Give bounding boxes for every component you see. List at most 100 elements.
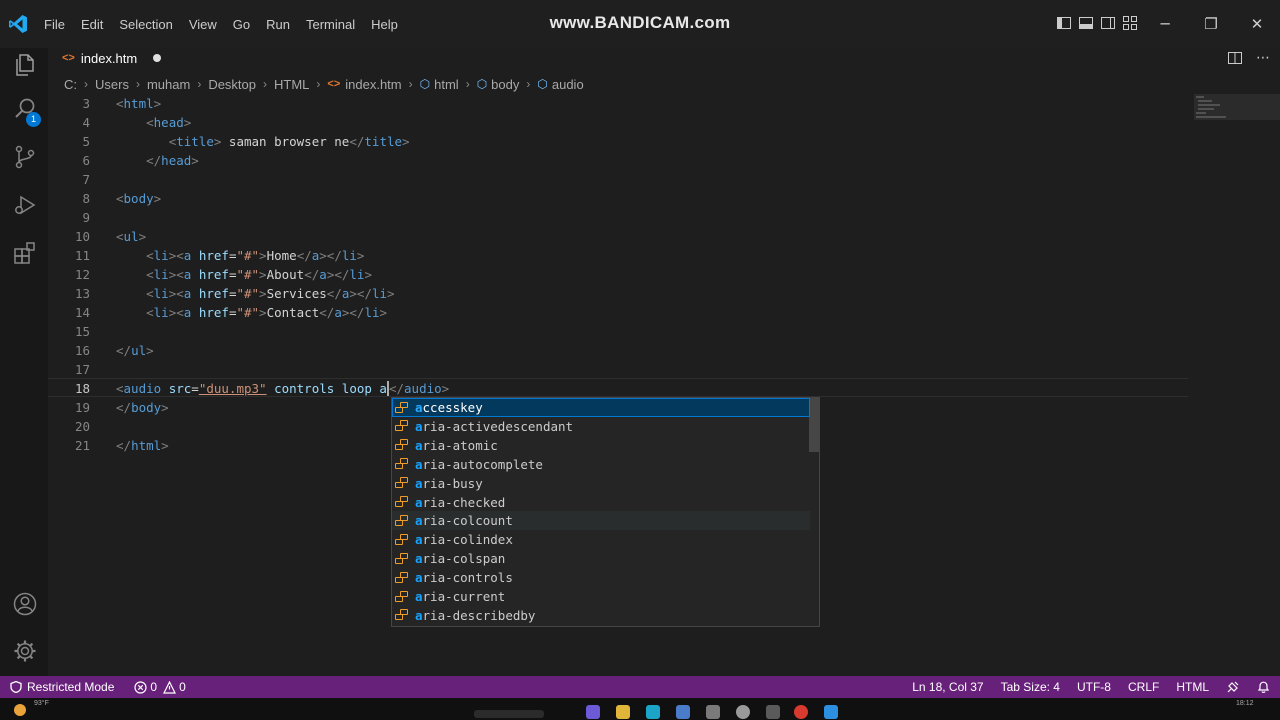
problems-indicator[interactable]: 0 0	[126, 680, 193, 694]
recorder-icon[interactable]	[794, 705, 808, 719]
toggle-panel-icon[interactable]	[1078, 15, 1094, 31]
feedback-icon[interactable]	[1226, 680, 1240, 694]
menu-go[interactable]: Go	[225, 17, 258, 32]
code-line[interactable]: 10 <ul>	[48, 227, 1188, 246]
line-number: 9	[82, 210, 90, 225]
taskbar-app-icon[interactable]	[706, 705, 720, 719]
line-endings[interactable]: CRLF	[1128, 680, 1159, 694]
code-line[interactable]: 3 <html>	[48, 94, 1188, 113]
menu-view[interactable]: View	[181, 17, 225, 32]
current-code-line[interactable]: 18 <audio src="duu.mp3" controls loop a </…	[48, 378, 1188, 397]
suggestion-item[interactable]: a ria-colindex	[392, 530, 810, 549]
breadcrumb-audio-element[interactable]: audio	[552, 77, 584, 92]
code-line[interactable]: 13 <li><a href="#">Services</a></li>	[48, 284, 1188, 303]
property-icon	[395, 438, 409, 452]
close-icon[interactable]: ✕	[1234, 0, 1280, 48]
chevron-right-icon: ›	[465, 77, 470, 91]
suggestion-item[interactable]: a ria-activedescendant	[392, 417, 810, 436]
taskbar-app-icon[interactable]	[586, 705, 600, 719]
breadcrumb-muham[interactable]: muham	[147, 77, 190, 92]
code-line[interactable]: 6 </head>	[48, 151, 1188, 170]
weather-temp: 93°F	[34, 700, 49, 707]
taskbar-search-icon[interactable]	[474, 710, 544, 718]
restore-icon[interactable]: ❐	[1188, 0, 1234, 48]
tab-size[interactable]: Tab Size: 4	[1001, 680, 1060, 694]
code-line[interactable]: 7	[48, 170, 1188, 189]
property-icon	[395, 552, 409, 566]
toggle-primary-sidebar-icon[interactable]	[1056, 15, 1072, 31]
menu-file[interactable]: File	[36, 17, 73, 32]
menu-edit[interactable]: Edit	[73, 17, 111, 32]
suggest-scrollbar[interactable]	[809, 398, 819, 452]
split-editor-icon[interactable]	[1228, 51, 1242, 65]
breadcrumb: C: › Users › muham › Desktop › HTML › <> index…	[64, 75, 584, 93]
language-mode[interactable]: HTML	[1176, 680, 1209, 694]
menu-selection[interactable]: Selection	[111, 17, 180, 32]
code-line[interactable]: 15	[48, 322, 1188, 341]
tab-index-htm[interactable]: <> index.htm	[48, 48, 164, 68]
suggestion-match: a	[415, 456, 423, 472]
breadcrumb-html-element[interactable]: html	[434, 77, 459, 92]
code-line[interactable]: 12 <li><a href="#">About</a></li>	[48, 265, 1188, 284]
restricted-mode-indicator[interactable]: Restricted Mode	[0, 676, 127, 698]
suggestion-item[interactable]: a ria-describedby	[392, 606, 810, 625]
breadcrumb-html-folder[interactable]: HTML	[274, 77, 309, 92]
breadcrumb-body-element[interactable]: body	[491, 77, 519, 92]
minimap-line	[1196, 116, 1226, 118]
file-explorer-icon[interactable]	[616, 705, 630, 719]
weather-icon[interactable]	[14, 704, 26, 716]
suggestion-item[interactable]: a ria-colspan	[392, 549, 810, 568]
code-line[interactable]: 11 <li><a href="#">Home</a></li>	[48, 246, 1188, 265]
line-number: 8	[82, 191, 90, 206]
element-icon: ⬡	[419, 77, 431, 91]
suggestion-item[interactable]: a ria-controls	[392, 568, 810, 587]
code-line[interactable]: 16 </ul>	[48, 341, 1188, 360]
breadcrumb-drive[interactable]: C:	[64, 77, 77, 92]
manage-gear-icon[interactable]	[12, 638, 38, 664]
code-line[interactable]: 17	[48, 360, 1188, 379]
autocomplete-suggestions: a ccesskey a ria-activedescendant a ria-atomi…	[391, 397, 820, 627]
customize-layout-icon[interactable]	[1122, 15, 1138, 31]
minimap[interactable]	[1194, 94, 1280, 674]
breadcrumb-users[interactable]: Users	[95, 77, 129, 92]
breadcrumb-file[interactable]: index.htm	[345, 77, 401, 92]
notifications-bell-icon[interactable]	[1257, 680, 1270, 694]
menu-help[interactable]: Help	[363, 17, 406, 32]
search-icon[interactable]	[12, 96, 38, 122]
code-line[interactable]: 9	[48, 208, 1188, 227]
suggestion-item[interactable]: a ria-busy	[392, 474, 810, 493]
code-line[interactable]: 8 <body>	[48, 189, 1188, 208]
property-icon	[395, 457, 409, 471]
menu-terminal[interactable]: Terminal	[298, 17, 363, 32]
menu-run[interactable]: Run	[258, 17, 298, 32]
minimize-icon[interactable]: ─	[1142, 0, 1188, 48]
suggestion-item[interactable]: a ria-checked	[392, 493, 810, 512]
suggestion-item[interactable]: a ria-current	[392, 587, 810, 606]
file-encoding[interactable]: UTF-8	[1077, 680, 1111, 694]
suggestion-item[interactable]: a ria-autocomplete	[392, 455, 810, 474]
suggestion-match: a	[415, 418, 423, 434]
store-icon[interactable]	[676, 705, 690, 719]
toggle-secondary-sidebar-icon[interactable]	[1100, 15, 1116, 31]
code-line[interactable]: 5 <title> saman browser ne</title>	[48, 132, 1188, 151]
suggestion-item[interactable]: a ria-colcount	[392, 511, 810, 531]
suggestion-item[interactable]: a ccesskey	[392, 398, 810, 417]
breadcrumb-desktop[interactable]: Desktop	[208, 77, 256, 92]
source-control-icon[interactable]	[12, 144, 38, 170]
explorer-icon[interactable]	[12, 52, 38, 78]
vscode-taskbar-icon[interactable]	[824, 705, 838, 719]
taskbar-app-icon[interactable]	[736, 705, 750, 719]
code-line[interactable]: 4 <head>	[48, 113, 1188, 132]
chevron-right-icon: ›	[316, 77, 321, 91]
more-actions-icon[interactable]: ⋯	[1256, 50, 1270, 66]
run-debug-icon[interactable]	[12, 192, 38, 218]
unsaved-dot-icon[interactable]	[153, 54, 162, 62]
taskbar-app-icon[interactable]	[766, 705, 780, 719]
extensions-icon[interactable]	[12, 240, 38, 266]
accounts-icon[interactable]	[12, 591, 38, 617]
property-icon	[395, 608, 409, 622]
code-line[interactable]: 14 <li><a href="#">Contact</a></li>	[48, 303, 1188, 322]
cursor-position[interactable]: Ln 18, Col 37	[912, 680, 983, 694]
edge-browser-icon[interactable]	[646, 705, 660, 719]
suggestion-item[interactable]: a ria-atomic	[392, 436, 810, 455]
